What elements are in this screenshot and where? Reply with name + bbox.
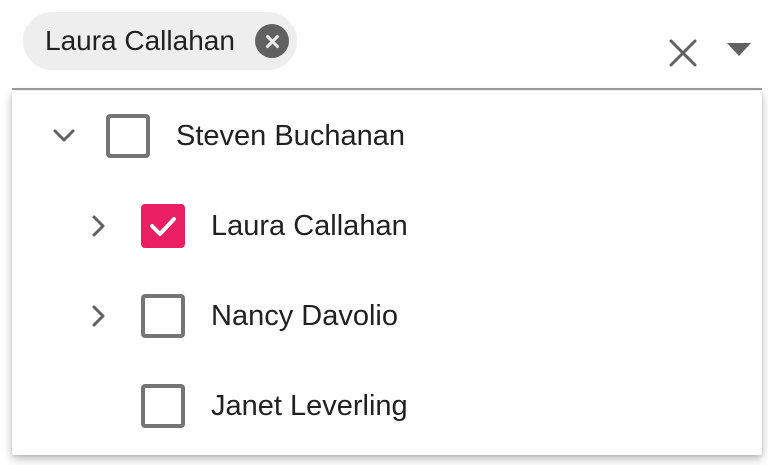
checkbox-janet-leverling[interactable] bbox=[141, 384, 185, 428]
tree-item-nancy-davolio[interactable]: Nancy Davolio bbox=[12, 271, 762, 361]
tree-item-label: Janet Leverling bbox=[211, 390, 408, 422]
check-icon bbox=[150, 217, 176, 236]
chevron-down-icon[interactable] bbox=[50, 122, 78, 150]
chevron-right-icon[interactable] bbox=[84, 212, 112, 240]
selected-chip[interactable]: Laura Callahan bbox=[23, 12, 297, 70]
tree-item-label: Nancy Davolio bbox=[211, 300, 398, 332]
dropdown-tree-input[interactable]: Laura Callahan bbox=[12, 0, 762, 90]
checkbox-nancy-davolio[interactable] bbox=[141, 294, 185, 338]
caret-down-icon[interactable] bbox=[724, 40, 754, 60]
checkbox-steven-buchanan[interactable] bbox=[106, 114, 150, 158]
tree-item-label: Steven Buchanan bbox=[176, 120, 405, 152]
tree-item-steven-buchanan[interactable]: Steven Buchanan bbox=[12, 91, 762, 181]
tree-item-janet-leverling[interactable]: Janet Leverling bbox=[12, 361, 762, 451]
chip-label: Laura Callahan bbox=[45, 25, 235, 56]
chevron-right-icon[interactable] bbox=[84, 302, 112, 330]
tree-item-laura-callahan[interactable]: Laura Callahan bbox=[12, 181, 762, 271]
close-circle-icon[interactable] bbox=[254, 24, 289, 58]
checkbox-laura-callahan[interactable] bbox=[141, 204, 185, 248]
tree-item-label: Laura Callahan bbox=[211, 210, 408, 242]
tree-popup: Steven Buchanan Laura Callahan Nancy Dav… bbox=[12, 91, 762, 455]
close-icon[interactable] bbox=[666, 36, 700, 70]
